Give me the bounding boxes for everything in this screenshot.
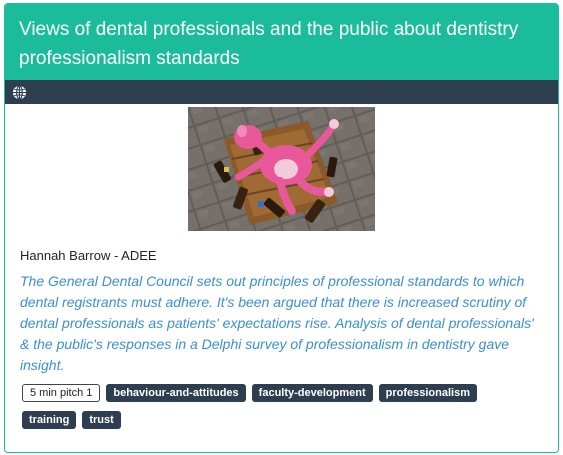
image-container (5, 107, 558, 231)
tag-list: 5 min pitch 1 behaviour-and-attitudes fac… (22, 384, 532, 429)
tag-professionalism[interactable]: professionalism (378, 384, 477, 402)
card-header: Views of dental professionals and the pu… (5, 4, 558, 80)
session-card: Views of dental professionals and the pu… (4, 3, 559, 453)
tag-trust[interactable]: trust (82, 411, 121, 429)
card-title[interactable]: Views of dental professionals and the pu… (19, 15, 546, 73)
tag-training[interactable]: training (22, 411, 77, 429)
globe-icon[interactable] (12, 84, 27, 100)
session-photo[interactable] (188, 107, 375, 231)
tag-faculty-development[interactable]: faculty-development (251, 384, 373, 402)
tag-behaviour-and-attitudes[interactable]: behaviour-and-attitudes (106, 384, 246, 402)
card-toolbar (5, 80, 558, 104)
session-summary: The General Dental Council sets out prin… (20, 273, 534, 373)
format-badge[interactable]: 5 min pitch 1 (22, 384, 101, 402)
author-line: Hannah Barrow - ADEE (20, 248, 157, 263)
